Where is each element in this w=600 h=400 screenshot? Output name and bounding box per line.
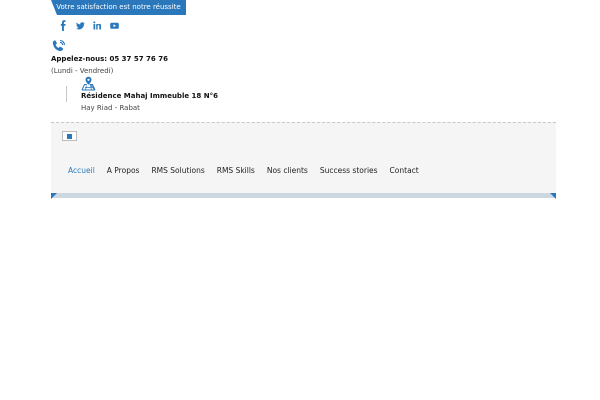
menu-icon (67, 134, 72, 139)
nav-item-nos-clients[interactable]: Nos clients (267, 166, 308, 175)
social-links (59, 20, 119, 31)
youtube-icon[interactable] (110, 20, 119, 31)
facebook-icon[interactable] (59, 20, 67, 31)
corner-fold-left (51, 193, 57, 199)
slogan-banner: Votre satisfaction est notre réussite (51, 0, 186, 15)
menu-toggle-button[interactable] (62, 131, 77, 141)
address-line-1: Résidence Mahaj Immeuble 18 N°6 (81, 92, 218, 100)
address-line-2: Hay Riad - Rabat (81, 104, 140, 112)
nav-bottom-bar (51, 193, 556, 198)
opening-hours: (Lundi - Vendredi) (51, 67, 114, 75)
nav-item-rms-solutions[interactable]: RMS Solutions (151, 166, 204, 175)
phone-icon (52, 39, 66, 52)
nav-item-success-stories[interactable]: Success stories (320, 166, 378, 175)
nav-item-contact[interactable]: Contact (390, 166, 419, 175)
slogan-text: Votre satisfaction est notre réussite (56, 3, 181, 11)
twitter-icon[interactable] (76, 20, 85, 31)
linkedin-icon[interactable] (93, 20, 101, 31)
corner-fold-right (550, 193, 556, 199)
nav-item-accueil[interactable]: Accueil (68, 166, 95, 175)
address-divider (66, 86, 67, 102)
nav-item-a-propos[interactable]: A Propos (107, 166, 140, 175)
main-menu: Accueil A Propos RMS Solutions RMS Skill… (68, 166, 431, 175)
phone-number[interactable]: Appelez-nous: 05 37 57 76 76 (51, 55, 168, 63)
map-location-icon (81, 76, 96, 91)
nav-item-rms-skills[interactable]: RMS Skills (217, 166, 255, 175)
main-navigation-panel: Accueil A Propos RMS Solutions RMS Skill… (51, 122, 556, 194)
